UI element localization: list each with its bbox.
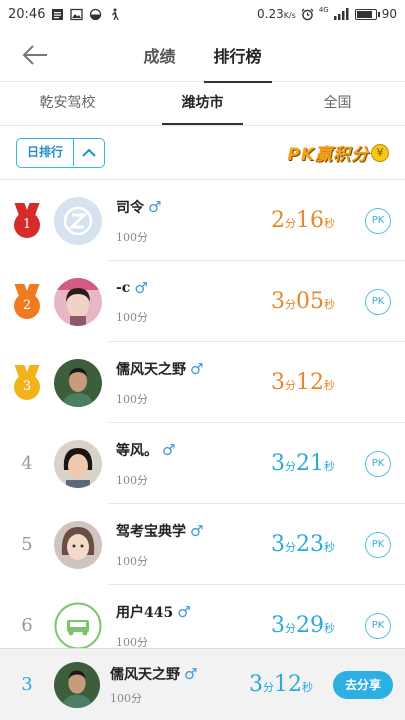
- user-time: 3分05秒: [271, 289, 335, 314]
- my-rank-bar: 3 儒风天之野 ♂ 100分 3分12秒 去分享: [0, 648, 405, 720]
- user-info: -c ♂ 100分: [116, 279, 271, 325]
- rank-number: 5: [21, 534, 33, 555]
- user-time: 3分23秒: [271, 532, 335, 557]
- pk-button[interactable]: PK: [365, 531, 391, 558]
- avatar[interactable]: [54, 358, 102, 407]
- my-name: 儒风天之野: [110, 666, 180, 683]
- battery-icon: [354, 8, 380, 20]
- tab-region-national[interactable]: 全国: [270, 82, 405, 125]
- my-score: 100分: [110, 691, 142, 705]
- list-item[interactable]: 2 -c ♂ 100分 3分05秒 PK: [0, 261, 405, 342]
- my-rank-number: 3: [21, 674, 33, 695]
- my-avatar[interactable]: [54, 661, 100, 708]
- pk-banner-text: PK赢积分: [287, 145, 369, 165]
- user-info: 等风。 ♂ 100分: [116, 440, 271, 488]
- male-icon: ♂: [190, 521, 204, 540]
- user-score: 100分: [116, 392, 148, 406]
- tab-scores[interactable]: 成绩: [137, 33, 181, 77]
- pk-button[interactable]: PK: [365, 612, 391, 639]
- rank-cell: 1: [0, 202, 54, 239]
- user-score: 100分: [116, 230, 148, 244]
- male-icon: ♂: [184, 664, 198, 683]
- rank-cell: 5: [0, 534, 54, 555]
- signal-icon: [333, 8, 349, 20]
- image-icon: [70, 8, 84, 20]
- user-time: 3分12秒: [271, 370, 335, 395]
- user-info: 驾考宝典学 ♂ 100分: [116, 521, 271, 569]
- male-icon: ♂: [148, 197, 162, 216]
- avatar[interactable]: [54, 196, 102, 245]
- half-circle-icon: [90, 8, 102, 20]
- male-icon: ♂: [177, 602, 191, 621]
- chevron-up-icon[interactable]: [74, 139, 104, 166]
- walking-icon: [112, 8, 120, 20]
- battery-level: 90: [381, 7, 397, 21]
- list-item[interactable]: 1 司令 ♂ 100分 2分16秒 PK: [0, 180, 405, 261]
- network-speed: 0.23K/s: [257, 7, 296, 21]
- status-bar: 20:46 0.23K/s 4G 90: [0, 0, 405, 28]
- male-icon: ♂: [162, 440, 176, 459]
- user-info: 司令 ♂ 100分: [116, 197, 271, 245]
- rank-cell: 6: [0, 615, 54, 636]
- ranking-list: 1 司令 ♂ 100分 2分16秒 PK 2 -c ♂ 100分 3分05秒 P…: [0, 180, 405, 666]
- arrow-left-icon[interactable]: [20, 42, 50, 68]
- pk-points-banner[interactable]: PK赢积分 ¥: [287, 138, 389, 168]
- ranking-period-label: 日排行: [17, 139, 75, 166]
- medal-icon: 3: [12, 364, 42, 401]
- list-item[interactable]: 5 驾考宝典学 ♂ 100分 3分23秒 PK: [0, 504, 405, 585]
- header: 成绩 排行榜: [0, 28, 405, 83]
- ranking-period-select[interactable]: 日排行: [16, 137, 106, 168]
- rank-cell: 3: [0, 364, 54, 401]
- rank-number: 4: [21, 453, 33, 474]
- user-name: 儒风天之野: [116, 361, 186, 378]
- medal-icon: 1: [12, 202, 42, 239]
- user-time: 2分16秒: [271, 208, 335, 233]
- user-info: 儒风天之野 ♂ 100分: [116, 359, 271, 407]
- user-score: 100分: [116, 310, 148, 324]
- user-time: 3分29秒: [271, 613, 335, 638]
- user-time: 3分21秒: [271, 451, 335, 476]
- status-time: 20:46: [8, 6, 46, 22]
- share-button[interactable]: 去分享: [332, 670, 393, 699]
- region-tabs: 乾安驾校 潍坊市 全国: [0, 82, 405, 126]
- coin-icon: ¥: [371, 143, 389, 162]
- pk-button[interactable]: PK: [365, 207, 391, 234]
- user-name: 用户445: [116, 604, 174, 621]
- avatar[interactable]: [54, 520, 102, 569]
- rank-cell: 2: [0, 283, 54, 320]
- user-name: 等风。: [116, 442, 158, 459]
- alarm-icon: [301, 8, 314, 20]
- avatar[interactable]: [54, 439, 102, 488]
- user-name: 驾考宝典学: [116, 523, 186, 540]
- user-score: 100分: [116, 554, 148, 568]
- list-item[interactable]: 3 儒风天之野 ♂ 100分 3分12秒: [0, 342, 405, 423]
- user-name: -c: [116, 279, 131, 296]
- notification-list-icon: [52, 8, 64, 20]
- rank-number: 6: [21, 615, 33, 636]
- my-time: 3分12秒: [248, 672, 313, 697]
- avatar[interactable]: [54, 602, 102, 650]
- network-type: 4G: [318, 6, 329, 14]
- list-item[interactable]: 4 等风。 ♂ 100分 3分21秒 PK: [0, 423, 405, 504]
- pk-button[interactable]: PK: [365, 288, 391, 315]
- pk-button[interactable]: PK: [365, 450, 391, 477]
- rank-cell: 4: [0, 453, 54, 474]
- filter-row: 日排行 PK赢积分 ¥: [0, 126, 405, 180]
- tab-region-city[interactable]: 潍坊市: [135, 82, 270, 125]
- avatar[interactable]: [54, 277, 102, 326]
- user-score: 100分: [116, 473, 148, 487]
- tab-region-school[interactable]: 乾安驾校: [0, 82, 135, 125]
- medal-icon: 2: [12, 283, 42, 320]
- male-icon: ♂: [134, 278, 148, 297]
- user-name: 司令: [116, 199, 144, 216]
- tab-leaderboard[interactable]: 排行榜: [203, 33, 272, 83]
- user-info: 用户445 ♂ 100分: [116, 602, 271, 650]
- male-icon: ♂: [190, 359, 204, 378]
